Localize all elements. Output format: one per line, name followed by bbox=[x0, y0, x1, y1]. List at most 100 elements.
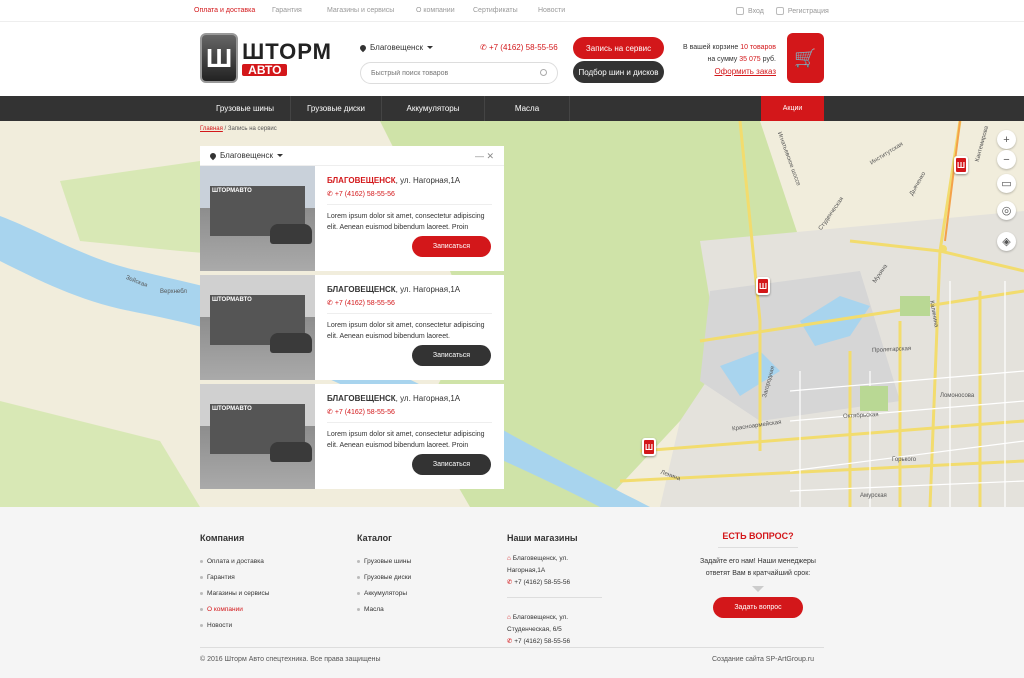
breadcrumb-current: Запись на сервис bbox=[227, 126, 277, 132]
top-bar: Оплата и доставка Гарантия Магазины и се… bbox=[0, 0, 1024, 22]
nav-oils[interactable]: Масла bbox=[485, 96, 570, 121]
topnav-certificates[interactable]: Сертификаты bbox=[473, 7, 538, 14]
user-icon bbox=[736, 7, 744, 15]
logo-line1: ШТОРМ bbox=[242, 38, 332, 64]
topnav-payment-delivery[interactable]: Оплата и доставка bbox=[194, 7, 272, 14]
footer-link[interactable]: Оплата и доставка bbox=[200, 553, 269, 569]
map-marker-store[interactable]: Ш bbox=[954, 156, 968, 174]
question-text: Задайте его нам! Наши менеджеры ответят … bbox=[700, 558, 816, 577]
store-photo: ШТОРМАВТО bbox=[200, 275, 315, 380]
footer-link[interactable]: Грузовые шины bbox=[357, 553, 411, 569]
footer-company: Компания Оплата и доставка Гарантия Мага… bbox=[200, 533, 269, 633]
store-sign: ШТОРМАВТО bbox=[212, 297, 252, 303]
topnav-stores-services[interactable]: Магазины и сервисы bbox=[327, 7, 416, 14]
cart-icon: 🛒 bbox=[794, 47, 817, 68]
map-label: Верхнебл bbox=[160, 289, 187, 295]
city-selector[interactable]: Благовещенск bbox=[358, 43, 433, 52]
tire-selection-button[interactable]: Подбор шин и дисков bbox=[573, 61, 664, 83]
panel-city-selector[interactable]: Благовещенск bbox=[220, 151, 273, 160]
search-icon[interactable] bbox=[540, 69, 547, 76]
footer-link[interactable]: Масла bbox=[357, 601, 411, 617]
map-marker-store[interactable]: Ш bbox=[642, 438, 656, 456]
footer-link[interactable]: О компании bbox=[200, 601, 269, 617]
book-button[interactable]: Записаться bbox=[412, 345, 491, 366]
breadcrumb: Главная / Запись на сервис bbox=[200, 126, 277, 132]
footer-catalog-title: Каталог bbox=[357, 533, 392, 543]
panel-header: Благовещенск — ✕ bbox=[200, 146, 504, 166]
footer-shops: Наши магазины ⌂ Благовещенск, ул. Нагорн… bbox=[507, 533, 602, 670]
caret-down-icon bbox=[426, 46, 433, 49]
copyright: © 2016 Шторм Авто спецтехника. Все права… bbox=[200, 656, 381, 663]
caret-down-icon[interactable] bbox=[276, 154, 283, 157]
store-sign: ШТОРМАВТО bbox=[212, 406, 252, 412]
store-card[interactable]: ШТОРМАВТО БЛАГОВЕЩЕНСК, ул. Нагорная,1А … bbox=[200, 275, 504, 380]
chevron-down-icon bbox=[752, 586, 764, 592]
store-card[interactable]: ШТОРМАВТО БЛАГОВЕЩЕНСК, ул. Нагорная,1А … bbox=[200, 166, 504, 271]
stores-panel: Благовещенск — ✕ ШТОРМАВТО БЛАГОВЕЩЕНСК,… bbox=[200, 146, 504, 493]
search-input[interactable] bbox=[360, 62, 558, 84]
zoom-out-button[interactable]: − bbox=[997, 150, 1016, 169]
top-nav: Оплата и доставка Гарантия Магазины и се… bbox=[194, 7, 565, 14]
phone-icon: ✆ bbox=[507, 579, 513, 586]
store-description: Lorem ipsum dolor sit amet, consectetur … bbox=[327, 322, 485, 340]
map[interactable]: Зейская Верхнебл Институтская Студенческ… bbox=[0, 121, 1024, 507]
logo[interactable]: Ш ШТОРМ АВТО bbox=[200, 32, 332, 84]
footer-link[interactable]: Гарантия bbox=[200, 569, 269, 585]
footer-shops-title: Наши магазины bbox=[507, 533, 578, 543]
zoom-in-button[interactable]: + bbox=[997, 130, 1016, 149]
store-card[interactable]: ШТОРМАВТО БЛАГОВЕЩЕНСК, ул. Нагорная,1А … bbox=[200, 384, 504, 489]
ruler-button[interactable]: ▭ bbox=[997, 174, 1016, 193]
layers-button[interactable]: ◈ bbox=[997, 232, 1016, 251]
nav-batteries[interactable]: Аккумуляторы bbox=[382, 96, 485, 121]
main-nav: Грузовые шины Грузовые диски Аккумулятор… bbox=[0, 96, 1024, 121]
topnav-about[interactable]: О компании bbox=[416, 7, 473, 14]
store-photo: ШТОРМАВТО bbox=[200, 384, 315, 489]
ask-question-button[interactable]: Задать вопрос bbox=[713, 597, 803, 618]
register-link[interactable]: Регистрация bbox=[775, 7, 829, 15]
nav-truck-wheels[interactable]: Грузовые диски bbox=[291, 96, 382, 121]
map-canvas bbox=[0, 121, 1024, 507]
plus-icon: + bbox=[1003, 133, 1010, 146]
topnav-news[interactable]: Новости bbox=[538, 7, 565, 14]
footer-link[interactable]: Новости bbox=[200, 617, 269, 633]
book-button[interactable]: Записаться bbox=[412, 454, 491, 475]
topnav-warranty[interactable]: Гарантия bbox=[272, 7, 327, 14]
breadcrumb-home[interactable]: Главная bbox=[200, 126, 223, 132]
geolocation-button[interactable]: ◎ bbox=[997, 201, 1016, 220]
header-phone[interactable]: ✆ +7 (4162) 58-55-56 bbox=[480, 43, 558, 52]
nav-promo[interactable]: Акции bbox=[761, 96, 824, 121]
footer-shop: ⌂ Благовещенск, ул. Студенческая, 6/5 ✆ … bbox=[507, 614, 571, 645]
map-label: Ломоносова bbox=[940, 393, 975, 399]
question-title: ЕСТЬ ВОПРОС? bbox=[722, 531, 794, 541]
footer-link[interactable]: Аккумуляторы bbox=[357, 585, 411, 601]
minimize-icon[interactable]: — bbox=[475, 151, 484, 161]
footer-link[interactable]: Магазины и сервисы bbox=[200, 585, 269, 601]
login-link[interactable]: Вход bbox=[736, 7, 764, 15]
close-icon[interactable]: ✕ bbox=[486, 151, 494, 161]
service-booking-button[interactable]: Запись на сервис bbox=[573, 37, 664, 59]
nav-truck-tires[interactable]: Грузовые шины bbox=[200, 96, 291, 121]
home-icon: ⌂ bbox=[507, 555, 511, 562]
footer-question: ЕСТЬ ВОПРОС? Задайте его нам! Наши менед… bbox=[692, 531, 824, 618]
cart-button[interactable]: 🛒 bbox=[787, 33, 824, 83]
checkout-link[interactable]: Оформить заказ bbox=[714, 67, 776, 76]
book-button[interactable]: Записаться bbox=[412, 236, 491, 257]
location-pin-icon bbox=[358, 43, 368, 52]
target-icon: ◎ bbox=[1001, 205, 1012, 217]
footer-link[interactable]: Грузовые диски bbox=[357, 569, 411, 585]
phone-icon: ✆ bbox=[507, 638, 513, 645]
made-by-link[interactable]: Создание сайта SP-ArtGroup.ru bbox=[712, 656, 814, 663]
store-phone[interactable]: ✆ +7 (4162) 58-55-56 bbox=[327, 408, 492, 416]
footer: Компания Оплата и доставка Гарантия Мага… bbox=[0, 507, 1024, 678]
store-sign: ШТОРМАВТО bbox=[212, 188, 252, 194]
map-marker-store[interactable]: Ш bbox=[756, 277, 770, 295]
store-title: БЛАГОВЕЩЕНСК, ул. Нагорная,1А bbox=[327, 394, 461, 403]
header: Ш ШТОРМ АВТО Благовещенск ✆ +7 (4162) 58… bbox=[0, 22, 1024, 96]
store-phone[interactable]: ✆ +7 (4162) 58-55-56 bbox=[327, 190, 492, 198]
layers-icon: ◈ bbox=[1002, 236, 1011, 248]
map-label: Амурская bbox=[860, 493, 887, 499]
logo-line2: АВТО bbox=[242, 63, 288, 76]
home-icon: ⌂ bbox=[507, 614, 511, 621]
store-phone[interactable]: ✆ +7 (4162) 58-55-56 bbox=[327, 299, 492, 307]
store-photo: ШТОРМАВТО bbox=[200, 166, 315, 271]
